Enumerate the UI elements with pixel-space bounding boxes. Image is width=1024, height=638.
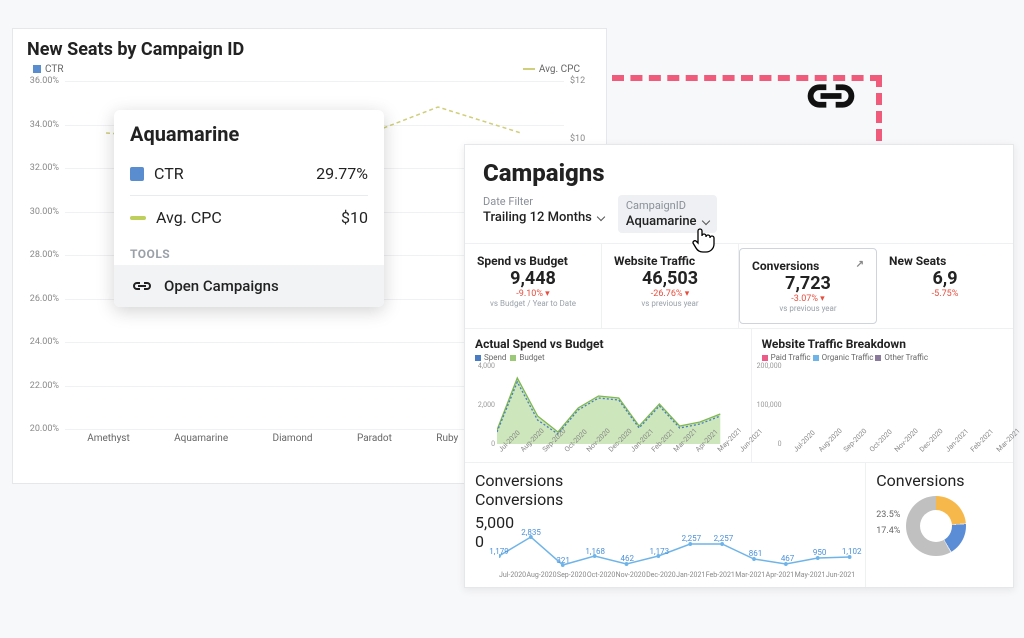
expand-icon: ↗ xyxy=(856,259,864,270)
ctr-label: CTR xyxy=(154,164,184,183)
chart-title: New Seats by Campaign ID xyxy=(13,29,606,64)
cpc-value: $10 xyxy=(341,208,368,227)
tooltip-row-ctr: CTR 29.77% xyxy=(114,156,384,191)
chevron-down-icon xyxy=(701,216,709,224)
campaign-id-filter[interactable]: CampaignID Aquamarine xyxy=(618,195,717,233)
mini-spend-chart[interactable]: Actual Spend vs Budget Spend Budget 4,00… xyxy=(465,329,752,462)
kpi-new-seats[interactable]: New Seats 6,9 -5.75% xyxy=(877,244,1013,328)
connector-link-icon xyxy=(803,78,859,118)
ctr-swatch-icon xyxy=(130,167,144,181)
ctr-legend-swatch xyxy=(33,65,41,73)
donut-icon xyxy=(906,496,966,556)
cpc-legend-swatch xyxy=(523,68,535,70)
date-filter-value: Trailing 12 Months xyxy=(483,210,592,225)
y-axis-left: 36.00%34.00%32.00%30.00%28.00%26.00%24.0… xyxy=(23,81,63,429)
chart-legend: CTR Avg. CPC xyxy=(13,64,606,75)
tooltip-row-cpc: Avg. CPC $10 xyxy=(114,200,384,235)
kpi-spend[interactable]: Spend vs Budget 9,448 -9.10% ▾ vs Budget… xyxy=(465,244,602,328)
campaign-id-label: CampaignID xyxy=(626,199,709,212)
bar-tooltip: Aquamarine CTR 29.77% Avg. CPC $10 TOOLS… xyxy=(114,110,384,307)
open-campaigns-link[interactable]: Open Campaigns xyxy=(114,265,384,307)
chevron-down-icon xyxy=(597,212,605,220)
ctr-value: 29.77% xyxy=(316,164,368,183)
kpi-conversions[interactable]: Conversions↗ 7,723 -3.07% ▾ vs previous … xyxy=(739,248,877,324)
ctr-legend-label: CTR xyxy=(45,64,64,75)
mini-traffic-chart[interactable]: Website Traffic Breakdown Paid Traffic O… xyxy=(752,329,1013,462)
link-icon xyxy=(130,278,154,294)
tools-heading: TOOLS xyxy=(114,235,384,265)
campaigns-title: Campaigns xyxy=(483,159,995,187)
kpi-traffic[interactable]: Website Traffic 46,503 -26.76% ▾ vs prev… xyxy=(602,244,739,328)
mini-conversions-chart[interactable]: Conversions Conversions 5,0000 1,1792,83… xyxy=(465,463,866,587)
mini-conversions-donut[interactable]: Conversions 23.5%17.4% xyxy=(866,463,1013,587)
kpi-row: Spend vs Budget 9,448 -9.10% ▾ vs Budget… xyxy=(465,243,1013,328)
campaign-id-value: Aquamarine xyxy=(626,214,697,229)
date-filter-label: Date Filter xyxy=(483,195,604,208)
cpc-legend-label: Avg. CPC xyxy=(539,64,580,75)
tooltip-title: Aquamarine xyxy=(114,110,384,156)
campaigns-dashboard-card: Campaigns Date Filter Trailing 12 Months… xyxy=(464,144,1014,588)
date-filter[interactable]: Date Filter Trailing 12 Months xyxy=(483,195,604,225)
cpc-label: Avg. CPC xyxy=(156,208,222,227)
cpc-swatch-icon xyxy=(130,216,146,220)
open-campaigns-label: Open Campaigns xyxy=(164,277,279,295)
